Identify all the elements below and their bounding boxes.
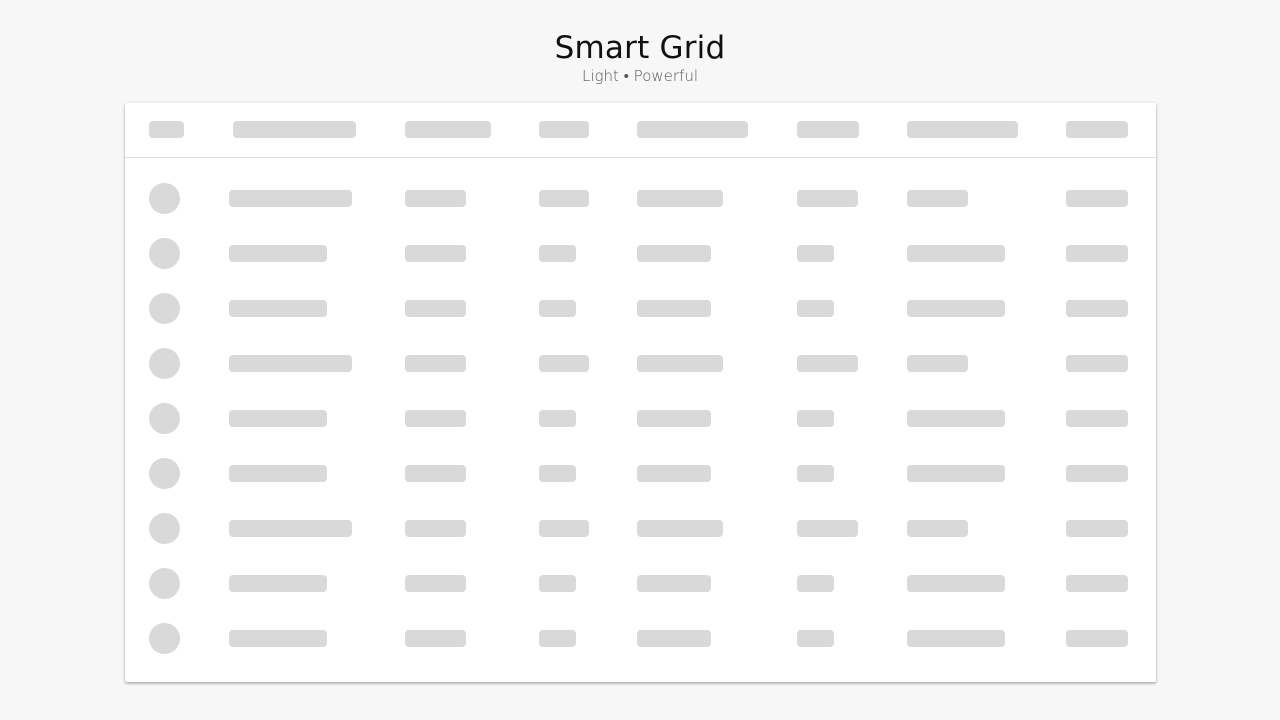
table-row [125, 556, 1156, 611]
cell-placeholder [1066, 245, 1128, 262]
cell-placeholder [637, 410, 711, 427]
cell-placeholder [907, 575, 1005, 592]
header-cell-placeholder [539, 121, 589, 138]
header-cell-placeholder [233, 121, 356, 138]
cell-placeholder [637, 465, 711, 482]
cell-placeholder [405, 630, 466, 647]
table-row [125, 611, 1156, 666]
cell-placeholder [229, 300, 327, 317]
table-row [125, 336, 1156, 391]
cell-placeholder [539, 410, 576, 427]
cell-placeholder [405, 410, 466, 427]
cell-placeholder [1066, 300, 1128, 317]
cell-placeholder [539, 520, 589, 537]
cell-placeholder [539, 575, 576, 592]
avatar-placeholder [149, 513, 180, 544]
cell-placeholder [229, 520, 352, 537]
page-subtitle: Light • Powerful [581, 67, 698, 85]
avatar-placeholder [149, 623, 180, 654]
cell-placeholder [797, 190, 858, 207]
cell-placeholder [539, 465, 576, 482]
cell-placeholder [637, 190, 723, 207]
avatar-placeholder [149, 183, 180, 214]
table-row [125, 446, 1156, 501]
data-grid-card [125, 103, 1156, 682]
cell-placeholder [797, 575, 834, 592]
cell-placeholder [1066, 575, 1128, 592]
header-cell-placeholder [637, 121, 748, 138]
header-cell-placeholder [1066, 121, 1128, 138]
avatar-placeholder [149, 238, 180, 269]
header-cell-placeholder [405, 121, 491, 138]
cell-placeholder [405, 520, 466, 537]
cell-placeholder [907, 410, 1005, 427]
avatar-placeholder [149, 568, 180, 599]
cell-placeholder [797, 410, 834, 427]
cell-placeholder [797, 630, 834, 647]
table-row [125, 171, 1156, 226]
cell-placeholder [907, 245, 1005, 262]
cell-placeholder [797, 465, 834, 482]
cell-placeholder [539, 190, 589, 207]
cell-placeholder [907, 355, 968, 372]
cell-placeholder [1066, 520, 1128, 537]
table-row [125, 391, 1156, 446]
cell-placeholder [907, 300, 1005, 317]
avatar-placeholder [149, 348, 180, 379]
cell-placeholder [229, 355, 352, 372]
grid-header-row [125, 103, 1156, 158]
cell-placeholder [229, 575, 327, 592]
cell-placeholder [405, 300, 466, 317]
header-cell-placeholder [907, 121, 1018, 138]
cell-placeholder [637, 300, 711, 317]
table-row [125, 501, 1156, 556]
cell-placeholder [229, 410, 327, 427]
cell-placeholder [637, 575, 711, 592]
avatar-placeholder [149, 403, 180, 434]
cell-placeholder [907, 630, 1005, 647]
cell-placeholder [229, 190, 352, 207]
cell-placeholder [405, 355, 466, 372]
cell-placeholder [405, 245, 466, 262]
cell-placeholder [907, 465, 1005, 482]
cell-placeholder [1066, 190, 1128, 207]
cell-placeholder [539, 300, 576, 317]
cell-placeholder [405, 575, 466, 592]
cell-placeholder [797, 520, 858, 537]
cell-placeholder [637, 355, 723, 372]
cell-placeholder [1066, 630, 1128, 647]
cell-placeholder [539, 245, 576, 262]
cell-placeholder [637, 630, 711, 647]
cell-placeholder [229, 245, 327, 262]
header-cell-placeholder [149, 121, 184, 138]
avatar-placeholder [149, 458, 180, 489]
page-header: Smart Grid Light • Powerful [0, 30, 1280, 85]
cell-placeholder [907, 520, 968, 537]
cell-placeholder [405, 190, 466, 207]
cell-placeholder [797, 245, 834, 262]
cell-placeholder [229, 465, 327, 482]
page-title: Smart Grid [554, 30, 726, 66]
table-row [125, 226, 1156, 281]
cell-placeholder [1066, 355, 1128, 372]
cell-placeholder [907, 190, 968, 207]
table-row [125, 281, 1156, 336]
cell-placeholder [539, 355, 589, 372]
header-cell-placeholder [797, 121, 859, 138]
cell-placeholder [539, 630, 576, 647]
avatar-placeholder [149, 293, 180, 324]
cell-placeholder [797, 355, 858, 372]
cell-placeholder [405, 465, 466, 482]
cell-placeholder [637, 245, 711, 262]
cell-placeholder [1066, 465, 1128, 482]
cell-placeholder [1066, 410, 1128, 427]
cell-placeholder [637, 520, 723, 537]
cell-placeholder [797, 300, 834, 317]
cell-placeholder [229, 630, 327, 647]
